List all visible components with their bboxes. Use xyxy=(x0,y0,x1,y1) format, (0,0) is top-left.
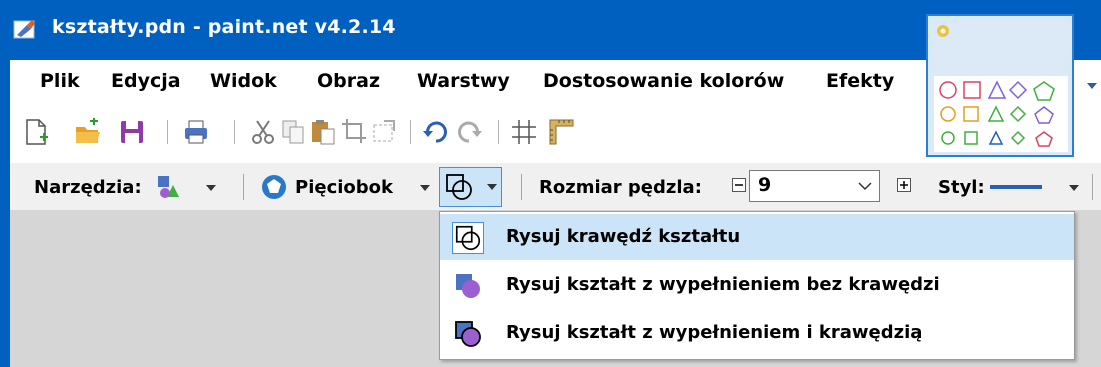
redo-icon[interactable] xyxy=(455,117,483,147)
decrease-size-icon[interactable] xyxy=(732,178,746,192)
paint-net-app-icon[interactable] xyxy=(13,19,37,41)
crop-icon[interactable] xyxy=(340,117,368,147)
window-border xyxy=(0,60,10,367)
shape-dropdown-caret[interactable] xyxy=(420,185,430,191)
style-label: Styl: xyxy=(938,177,985,198)
menu-layers[interactable]: Warstwy xyxy=(417,70,510,92)
tools-label: Narzędzia: xyxy=(34,177,142,198)
grid-icon[interactable] xyxy=(510,117,538,147)
print-icon[interactable] xyxy=(182,117,210,147)
menu-item-fill-no-outline[interactable]: Rysuj kształt z wypełnieniem bez krawędz… xyxy=(440,262,1074,308)
menu-adjustments[interactable]: Dostosowanie kolorów xyxy=(543,70,784,92)
image-thumbnail-panel[interactable] xyxy=(926,14,1074,157)
toolbar-separator xyxy=(410,120,411,144)
line-style-icon[interactable] xyxy=(990,183,1042,191)
toolbar-separator xyxy=(521,174,522,200)
menu-item-label: Rysuj krawędź kształtu xyxy=(506,226,741,247)
image-thumbnail[interactable] xyxy=(934,76,1068,152)
toolbar-separator xyxy=(1092,174,1093,200)
style-dropdown-caret[interactable] xyxy=(1069,185,1079,191)
shape-fill-icon xyxy=(456,274,480,298)
window-title: kształty.pdn - paint.net v4.2.14 xyxy=(52,16,396,38)
brush-size-value: 9 xyxy=(758,174,772,196)
menu-edit[interactable]: Edycja xyxy=(111,70,181,92)
menu-effects[interactable]: Efekty xyxy=(826,70,894,92)
increase-size-icon[interactable] xyxy=(897,178,911,192)
gear-icon[interactable] xyxy=(934,22,952,40)
tools-dropdown-caret[interactable] xyxy=(206,185,216,191)
menu-item-fill-with-outline[interactable]: Rysuj kształt z wypełnieniem i krawędzią xyxy=(440,310,1074,356)
menu-image[interactable]: Obraz xyxy=(317,70,380,92)
toolbar-separator xyxy=(167,120,168,144)
menu-view[interactable]: Widok xyxy=(210,70,277,92)
toolbar-separator xyxy=(498,120,499,144)
menu-item-label: Rysuj kształt z wypełnieniem bez krawędz… xyxy=(506,274,940,295)
deselect-icon[interactable] xyxy=(370,117,398,147)
open-file-icon[interactable] xyxy=(74,117,102,147)
undo-icon[interactable] xyxy=(422,117,450,147)
paste-icon[interactable] xyxy=(309,117,337,147)
cut-icon[interactable] xyxy=(249,117,277,147)
shape-outline-icon xyxy=(446,174,472,200)
ruler-icon[interactable] xyxy=(547,117,575,147)
chevron-down-icon[interactable] xyxy=(858,181,872,191)
shapes-tool-icon[interactable] xyxy=(155,173,183,201)
copy-icon[interactable] xyxy=(279,117,307,147)
draw-mode-button[interactable] xyxy=(439,167,502,207)
draw-mode-caret[interactable] xyxy=(487,184,497,190)
toolbar-separator xyxy=(234,120,235,144)
draw-mode-menu: Rysuj krawędź kształtu Rysuj kształt z w… xyxy=(439,211,1075,360)
save-icon[interactable] xyxy=(118,117,146,147)
menu-file[interactable]: Plik xyxy=(40,70,80,92)
shape-outline-icon xyxy=(452,222,484,254)
chevron-down-icon[interactable] xyxy=(1086,80,1098,92)
brush-size-input[interactable]: 9 xyxy=(749,170,880,202)
shape-fill-outline-icon xyxy=(455,321,481,347)
menu-item-draw-outline[interactable]: Rysuj krawędź kształtu xyxy=(440,214,1074,260)
toolbar-separator xyxy=(243,174,244,200)
pentagon-shape-icon[interactable] xyxy=(261,174,287,200)
new-file-icon[interactable] xyxy=(22,117,50,147)
menu-item-label: Rysuj kształt z wypełnieniem i krawędzią xyxy=(506,322,923,343)
brush-size-label: Rozmiar pędzla: xyxy=(539,177,702,198)
shape-type-label[interactable]: Pięciobok xyxy=(295,177,393,198)
